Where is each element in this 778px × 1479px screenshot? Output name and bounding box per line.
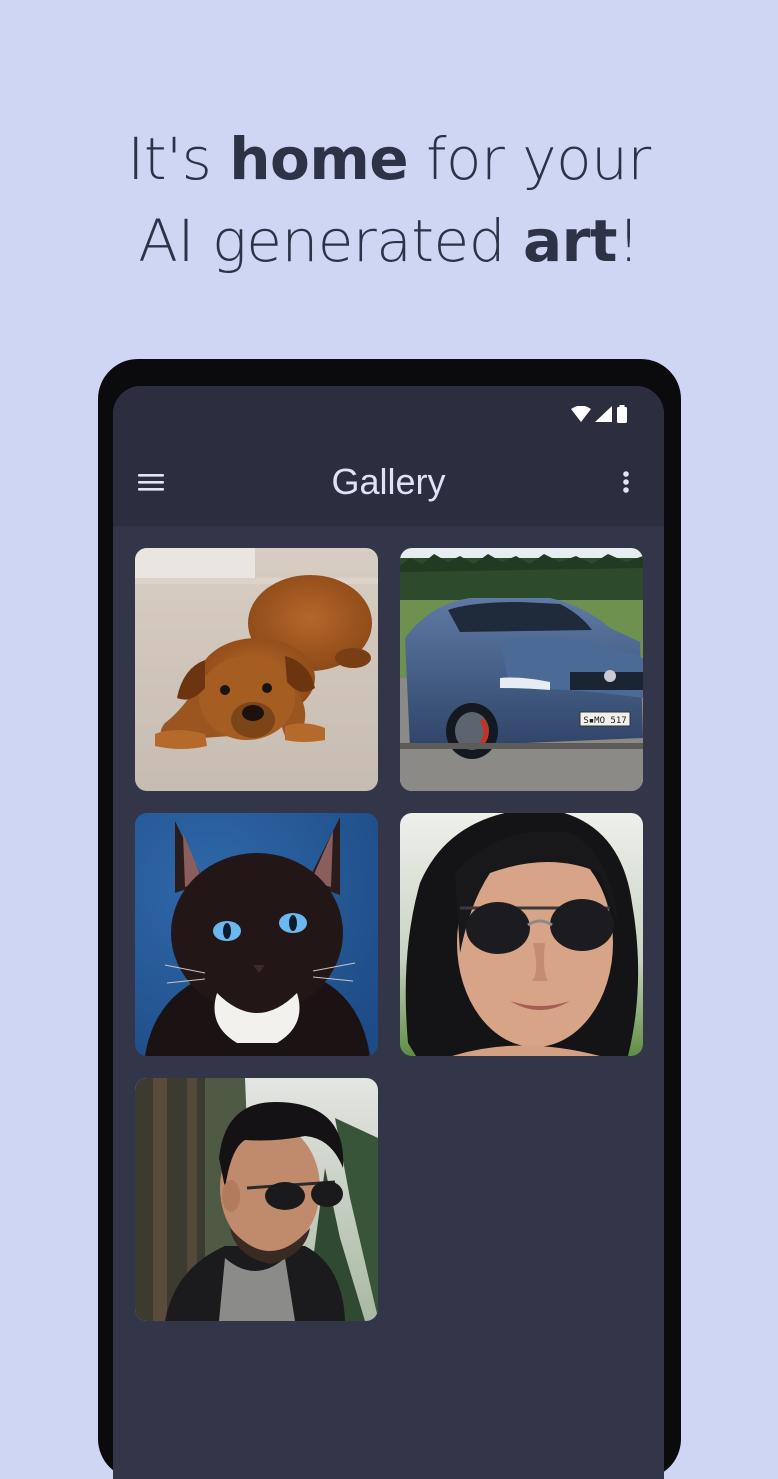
woman-image	[400, 813, 643, 1056]
more-vert-icon	[622, 470, 630, 498]
wifi-icon	[571, 405, 591, 426]
headline-line-1: It's home for your	[0, 118, 778, 200]
phone-screen: Gallery S▪MO 517	[113, 386, 664, 1479]
phone-frame: Gallery S▪MO 517	[98, 359, 681, 1479]
app-bar: Gallery	[113, 442, 664, 526]
more-options-button[interactable]	[612, 468, 640, 500]
page-title: Gallery	[331, 461, 446, 502]
headline-line-2: AI generated art!	[0, 200, 778, 282]
headline-text: for your	[408, 125, 651, 193]
gallery-image-car[interactable]: S▪MO 517	[400, 548, 643, 791]
car-image: S▪MO 517	[400, 548, 643, 791]
cat-image	[135, 813, 378, 1056]
headline-text: AI generated	[138, 207, 523, 275]
gallery-image-dog[interactable]	[135, 548, 378, 791]
gallery-grid: S▪MO 517	[135, 548, 643, 1321]
headline-bold-home: home	[229, 125, 409, 193]
promo-headline: It's home for your AI generated art!	[0, 118, 778, 282]
gallery-image-cat[interactable]	[135, 813, 378, 1056]
dog-image	[135, 548, 378, 791]
license-plate-text: S▪MO 517	[583, 716, 626, 726]
battery-icon	[616, 405, 628, 427]
gallery-image-man[interactable]	[135, 1078, 378, 1321]
status-bar	[113, 386, 664, 442]
gallery-image-woman[interactable]	[400, 813, 643, 1056]
headline-bold-art: art	[522, 207, 617, 275]
cell-signal-icon	[595, 406, 612, 426]
headline-text: It's	[127, 125, 230, 193]
man-image	[135, 1078, 378, 1321]
status-icons	[571, 405, 628, 427]
headline-text: !	[616, 207, 640, 275]
